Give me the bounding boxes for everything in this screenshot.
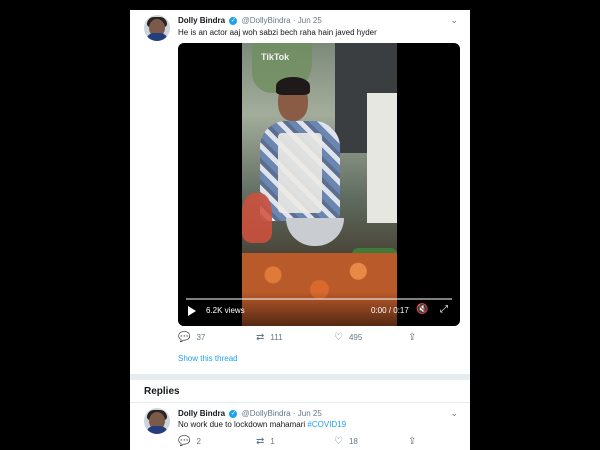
- retweet-icon: ⇄: [256, 436, 265, 447]
- verified-badge-icon: ✓: [229, 409, 238, 418]
- like-count: 495: [348, 333, 363, 342]
- video-player[interactable]: TikTok 6.2K views 0:00 / 0:17 🔇 ⤢: [178, 43, 460, 326]
- replies-header: Replies: [130, 380, 470, 402]
- reply-actions: 💬 2 ⇄ 1 ♡ 18 ⇪: [178, 436, 460, 450]
- replies-title: Replies: [144, 386, 180, 397]
- reply-icon: 💬: [178, 436, 191, 447]
- hashtag-link[interactable]: #COVID19: [307, 420, 346, 429]
- like-icon: ♡: [334, 332, 343, 343]
- like-count: 18: [348, 437, 358, 446]
- reply-icon: 💬: [178, 332, 191, 343]
- reply-count: 37: [196, 333, 206, 342]
- tweet-date[interactable]: Jun 25: [298, 16, 322, 25]
- separator: ·: [292, 16, 296, 25]
- reply-button[interactable]: 💬 37: [178, 332, 205, 343]
- like-button[interactable]: ♡ 495: [334, 332, 362, 343]
- share-button[interactable]: ⇪: [408, 332, 422, 343]
- chevron-down-icon[interactable]: ⌄: [450, 15, 458, 26]
- view-count: 6.2K views: [206, 306, 245, 315]
- volume-muted-icon[interactable]: 🔇: [416, 304, 428, 315]
- progress-bar[interactable]: [186, 298, 452, 300]
- video-time: 0:00 / 0:17: [371, 306, 409, 315]
- share-icon: ⇪: [408, 436, 417, 447]
- separator: ·: [292, 409, 296, 418]
- reply-header: Dolly Bindra ✓ @DollyBindra · Jun 25: [178, 409, 322, 418]
- handle[interactable]: @DollyBindra: [242, 16, 291, 25]
- video-frame: [242, 43, 397, 326]
- retweet-count: 111: [270, 333, 283, 342]
- like-button[interactable]: ♡ 18: [334, 436, 358, 447]
- verified-badge-icon: ✓: [229, 16, 238, 25]
- tweet-actions: 💬 37 ⇄ 111 ♡ 495 ⇪: [178, 332, 460, 346]
- avatar[interactable]: [144, 15, 170, 41]
- share-icon: ⇪: [408, 332, 417, 343]
- tweet-header: Dolly Bindra ✓ @DollyBindra · Jun 25: [178, 16, 322, 25]
- tiktok-watermark: TikTok: [261, 52, 290, 62]
- chevron-down-icon[interactable]: ⌄: [450, 408, 458, 419]
- tweet[interactable]: Dolly Bindra ✓ @DollyBindra · Jun 25 ⌄ H…: [130, 10, 470, 374]
- handle[interactable]: @DollyBindra: [242, 409, 291, 418]
- show-thread-link[interactable]: Show this thread: [178, 354, 238, 363]
- reply-date[interactable]: Jun 25: [298, 409, 322, 418]
- reply-count: 2: [196, 437, 201, 446]
- retweet-count: 1: [270, 437, 275, 446]
- share-button[interactable]: ⇪: [408, 436, 422, 447]
- retweet-button[interactable]: ⇄ 111: [256, 332, 283, 343]
- reply-text: No work due to lockdown mahamari #COVID1…: [178, 420, 346, 429]
- retweet-icon: ⇄: [256, 332, 265, 343]
- video-controls: 6.2K views 0:00 / 0:17 🔇 ⤢: [178, 292, 460, 326]
- display-name[interactable]: Dolly Bindra: [178, 16, 225, 25]
- tweet-text: He is an actor aaj woh sabzi bech raha h…: [178, 28, 377, 37]
- reply-tweet[interactable]: Dolly Bindra ✓ @DollyBindra · Jun 25 ⌄ N…: [130, 403, 470, 450]
- avatar[interactable]: [144, 408, 170, 434]
- fullscreen-icon[interactable]: ⤢: [440, 304, 448, 315]
- tweet-panel: Dolly Bindra ✓ @DollyBindra · Jun 25 ⌄ H…: [130, 10, 470, 450]
- reply-text-body: No work due to lockdown mahamari: [178, 420, 306, 429]
- play-icon[interactable]: [188, 306, 196, 316]
- display-name[interactable]: Dolly Bindra: [178, 409, 225, 418]
- reply-button[interactable]: 💬 2: [178, 436, 201, 447]
- retweet-button[interactable]: ⇄ 1: [256, 436, 275, 447]
- like-icon: ♡: [334, 436, 343, 447]
